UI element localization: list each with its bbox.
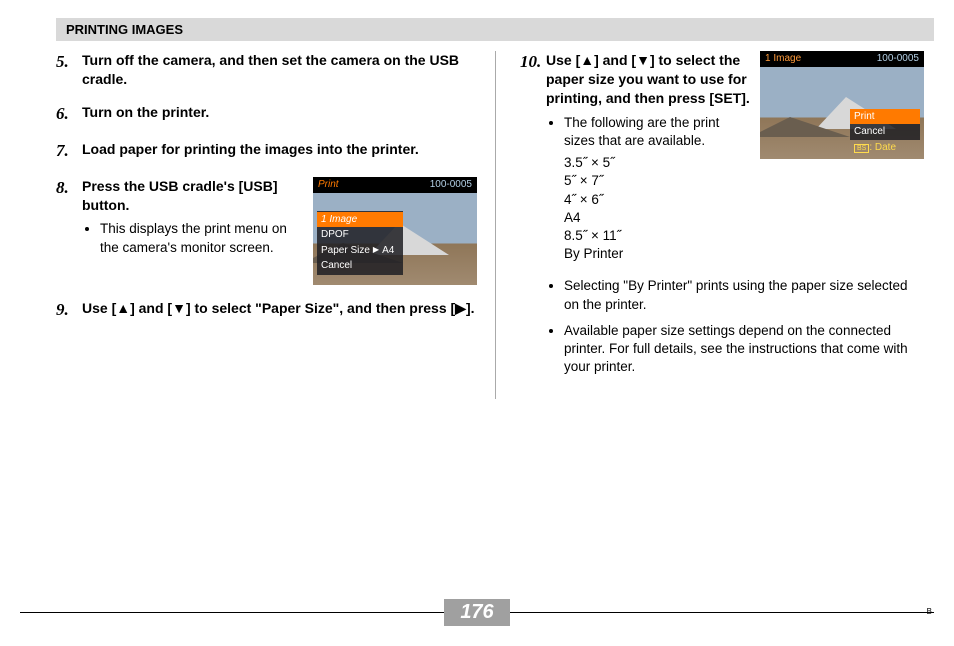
- step-number: 5.: [56, 51, 82, 89]
- step-bullet: The following are the print sizes that a…: [564, 114, 750, 264]
- step-number: 7.: [56, 140, 82, 163]
- menu-item: Cancel: [317, 258, 403, 274]
- menu-item-label: Paper Size: [321, 244, 370, 258]
- paper-size-option: 4˝ × 6˝: [564, 191, 750, 209]
- right-column: 10. Use [▲] and [▼] to select the paper …: [495, 51, 934, 399]
- date-text: : Date: [869, 142, 896, 153]
- camera-print-screenshot: 1 Image 100-0005 Print Cancel: [760, 51, 924, 159]
- step-bullet: This displays the print menu on the came…: [100, 220, 303, 256]
- mountain-graphic: [760, 117, 850, 137]
- bullet-intro-text: The following are the print sizes that a…: [564, 115, 719, 148]
- menu-item: DPOF: [317, 227, 403, 243]
- footer-rule: [20, 612, 444, 613]
- step-number: 10.: [520, 51, 546, 385]
- step-6: 6. Turn on the printer.: [56, 103, 477, 126]
- section-header: PRINTING IMAGES: [56, 18, 934, 41]
- left-column: 5. Turn off the camera, and then set the…: [56, 51, 495, 399]
- step-number: 6.: [56, 103, 82, 126]
- step-8: 8. Press the USB cradle's [USB] button. …: [56, 177, 477, 285]
- page-footer: 176: [20, 599, 934, 626]
- page-number: 176: [444, 599, 509, 626]
- step-7: 7. Load paper for printing the images in…: [56, 140, 477, 163]
- step-9: 9. Use [▲] and [▼] to select "Paper Size…: [56, 299, 477, 322]
- menu-item-paper-size: Paper Size ▶ A4: [317, 243, 403, 259]
- step-text: Turn off the camera, and then set the ca…: [82, 51, 477, 89]
- screenshot-frame-number: 100-0005: [430, 178, 472, 192]
- step-bullet: Available paper size settings depend on …: [564, 322, 924, 377]
- step-bullet: Selecting "By Printer" prints using the …: [564, 277, 924, 313]
- paper-size-option: 5˝ × 7˝: [564, 172, 750, 190]
- paper-size-option: A4: [564, 209, 750, 227]
- screenshot-title: 1 Image: [765, 52, 801, 66]
- paper-size-option: 3.5˝ × 5˝: [564, 154, 750, 172]
- print-menu-overlay: Print Cancel BS: Date: [850, 109, 920, 156]
- step-number: 8.: [56, 177, 82, 285]
- step-text: Use [▲] and [▼] to select "Paper Size", …: [82, 299, 477, 322]
- menu-item-value: A4: [382, 244, 394, 258]
- step-text: Load paper for printing the images into …: [82, 140, 477, 163]
- step-text: Turn on the printer.: [82, 103, 477, 126]
- step-text: Press the USB cradle's [USB] button.: [82, 177, 303, 215]
- corner-mark: B: [927, 607, 932, 616]
- screenshot-title: Print: [318, 178, 339, 192]
- paper-size-option: 8.5˝ × 11˝: [564, 227, 750, 245]
- menu-item: Cancel: [850, 124, 920, 140]
- camera-menu-screenshot: Print 100-0005 1 Image DPOF: [313, 177, 477, 285]
- screenshot-frame-number: 100-0005: [877, 52, 919, 66]
- menu-selected-item: 1 Image: [317, 212, 403, 228]
- step-text: Use [▲] and [▼] to select the paper size…: [546, 51, 750, 108]
- step-10: 10. Use [▲] and [▼] to select the paper …: [520, 51, 924, 385]
- menu-selected-item: Print: [850, 109, 920, 125]
- right-arrow-icon: ▶: [373, 245, 379, 256]
- bs-key-label: BS: [854, 144, 869, 153]
- paper-size-option: By Printer: [564, 245, 750, 263]
- step-5: 5. Turn off the camera, and then set the…: [56, 51, 477, 89]
- footer-rule: [510, 612, 934, 613]
- step-number: 9.: [56, 299, 82, 322]
- date-label: BS: Date: [850, 140, 920, 156]
- print-menu-overlay: 1 Image DPOF Paper Size ▶ A4 Cancel: [317, 211, 403, 275]
